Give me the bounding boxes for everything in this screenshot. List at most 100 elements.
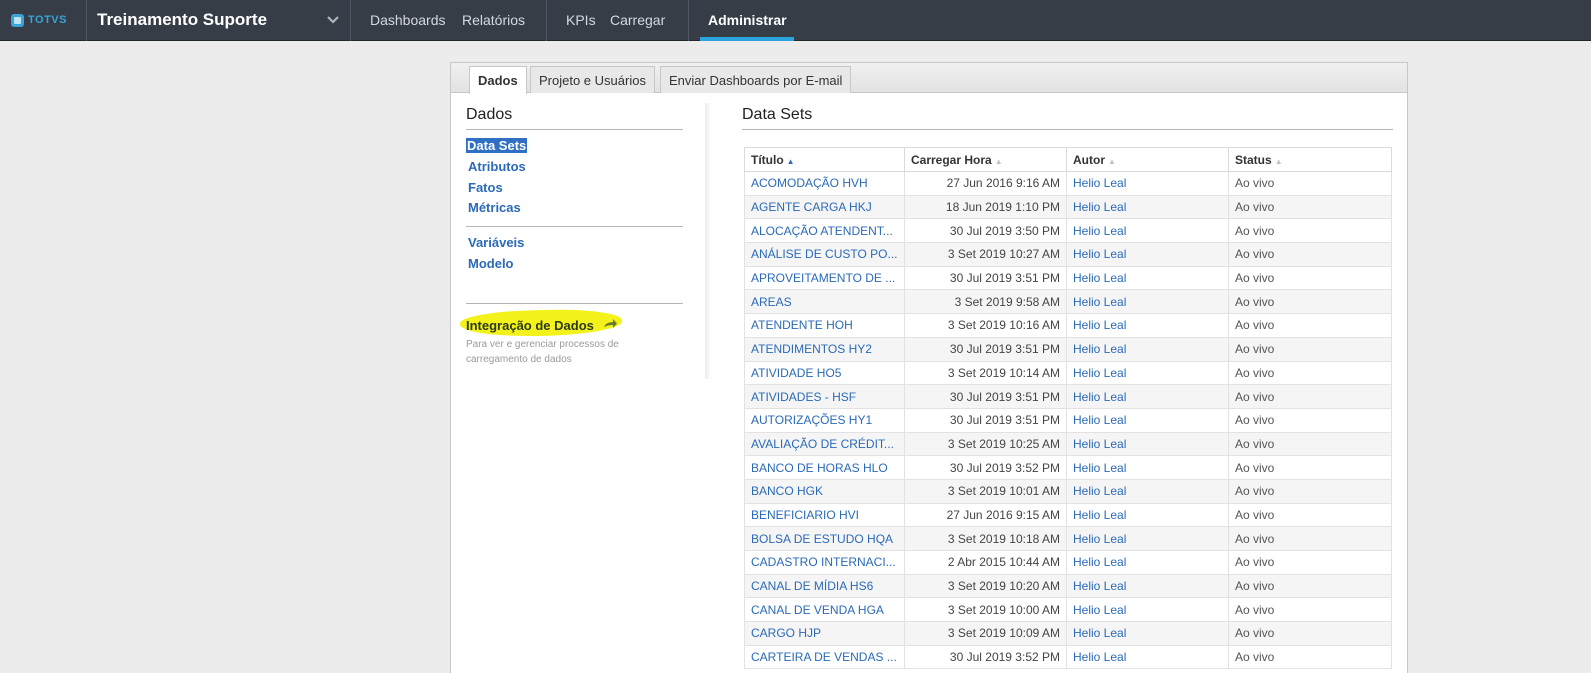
status-cell: Ao vivo bbox=[1228, 313, 1392, 338]
table-row[interactable]: AVALIAÇÃO DE CRÉDIT... 3 Set 2019 10:25 A… bbox=[744, 431, 1392, 457]
link-variaveis[interactable]: Variáveis bbox=[468, 235, 524, 250]
dataset-title-link[interactable]: ACOMODAÇÃO HVH bbox=[744, 171, 905, 196]
author-link[interactable]: Helio Leal bbox=[1066, 313, 1229, 338]
table-row[interactable]: ATENDIMENTOS HY2 30 Jul 2019 3:51 PM Helio… bbox=[744, 336, 1392, 362]
status-cell: Ao vivo bbox=[1228, 265, 1392, 291]
tab-projeto-usuarios[interactable]: Projeto e Usuários bbox=[530, 66, 655, 93]
author-link[interactable]: Helio Leal bbox=[1066, 455, 1229, 480]
dataset-title-link[interactable]: CANAL DE MÍDIA HS6 bbox=[744, 573, 905, 599]
table-row[interactable]: CARTEIRA DE VENDAS ... 30 Jul 2019 3:52 P… bbox=[744, 644, 1392, 670]
table-row[interactable]: BANCO DE HORAS HLO 30 Jul 2019 3:52 PM Hel… bbox=[744, 455, 1392, 480]
column-header-titulo[interactable]: Título ▲ bbox=[744, 147, 905, 172]
author-link[interactable]: Helio Leal bbox=[1066, 431, 1229, 457]
table-row[interactable]: BANCO HGK 3 Set 2019 10:01 AM Helio Leal Ao… bbox=[744, 478, 1392, 504]
author-link[interactable]: Helio Leal bbox=[1066, 336, 1229, 362]
link-integracao-de-dados[interactable]: Integração de Dados bbox=[466, 318, 594, 333]
link-atributos[interactable]: Atributos bbox=[468, 159, 526, 174]
author-link[interactable]: Helio Leal bbox=[1066, 360, 1229, 386]
nav-relatorios[interactable]: Relatórios bbox=[462, 12, 525, 28]
author-link[interactable]: Helio Leal bbox=[1066, 502, 1229, 528]
link-data-sets[interactable]: Data Sets bbox=[466, 138, 528, 153]
column-header-status[interactable]: Status ▲ bbox=[1228, 147, 1392, 172]
author-link[interactable]: Helio Leal bbox=[1066, 218, 1229, 244]
dataset-title-link[interactable]: CADASTRO INTERNACI... bbox=[744, 550, 905, 575]
tab-dados[interactable]: Dados bbox=[469, 66, 527, 94]
column-header-carregar-hora[interactable]: Carregar Hora ▲ bbox=[904, 147, 1067, 172]
author-link[interactable]: Helio Leal bbox=[1066, 526, 1229, 551]
divider bbox=[350, 0, 351, 41]
dataset-title-link[interactable]: AUTORIZAÇÕES HY1 bbox=[744, 407, 905, 433]
dataset-title-link[interactable]: AGENTE CARGA HKJ bbox=[744, 194, 905, 220]
author-link[interactable]: Helio Leal bbox=[1066, 265, 1229, 291]
totvs-logo[interactable]: TOTVS bbox=[11, 12, 67, 28]
dataset-title-link[interactable]: CARGO HJP bbox=[744, 621, 905, 646]
dataset-title-link[interactable]: ATENDIMENTOS HY2 bbox=[744, 336, 905, 362]
dataset-title-link[interactable]: AVALIAÇÃO DE CRÉDIT... bbox=[744, 431, 905, 457]
link-modelo[interactable]: Modelo bbox=[468, 256, 514, 271]
column-header-autor[interactable]: Autor ▲ bbox=[1066, 147, 1229, 172]
status-cell: Ao vivo bbox=[1228, 242, 1392, 267]
table-row[interactable]: ATENDENTE HOH 3 Set 2019 10:16 AM Helio Le… bbox=[744, 313, 1392, 338]
table-row[interactable]: AUTORIZAÇÕES HY1 30 Jul 2019 3:51 PM Helio… bbox=[744, 407, 1392, 433]
author-link[interactable]: Helio Leal bbox=[1066, 550, 1229, 575]
arrow-right-icon[interactable] bbox=[603, 318, 618, 330]
table-row[interactable]: ATIVIDADE HO5 3 Set 2019 10:14 AM Helio Le… bbox=[744, 360, 1392, 386]
dataset-title-link[interactable]: ATENDENTE HOH bbox=[744, 313, 905, 338]
totvs-logo-icon bbox=[11, 13, 24, 27]
author-link[interactable]: Helio Leal bbox=[1066, 573, 1229, 599]
author-link[interactable]: Helio Leal bbox=[1066, 597, 1229, 623]
link-fatos[interactable]: Fatos bbox=[468, 180, 503, 195]
table-row[interactable]: ATIVIDADES - HSF 30 Jul 2019 3:51 PM Helio… bbox=[744, 384, 1392, 409]
dataset-title-link[interactable]: BOLSA DE ESTUDO HQA bbox=[744, 526, 905, 551]
project-title[interactable]: Treinamento Suporte bbox=[97, 10, 267, 30]
table-row[interactable]: CANAL DE VENDA HGA 3 Set 2019 10:00 AM Hel… bbox=[744, 597, 1392, 623]
active-nav-indicator bbox=[700, 37, 794, 41]
author-link[interactable]: Helio Leal bbox=[1066, 407, 1229, 433]
dataset-title-link[interactable]: ATIVIDADES - HSF bbox=[744, 384, 905, 409]
dataset-title-link[interactable]: BENEFICIARIO HVI bbox=[744, 502, 905, 528]
table-row[interactable]: AREAS 3 Set 2019 9:58 AM Helio Leal Ao vivo bbox=[744, 289, 1392, 315]
nav-kpis[interactable]: KPIs bbox=[566, 12, 596, 28]
table-row[interactable]: ALOCAÇÃO ATENDENT... 30 Jul 2019 3:50 PM H… bbox=[744, 218, 1392, 244]
dataset-title-link[interactable]: ANÁLISE DE CUSTO PO... bbox=[744, 242, 905, 267]
load-time-cell: 3 Set 2019 10:01 AM bbox=[904, 478, 1067, 504]
author-link[interactable]: Helio Leal bbox=[1066, 644, 1229, 670]
dataset-title-link[interactable]: APROVEITAMENTO DE ... bbox=[744, 265, 905, 291]
table-row[interactable]: APROVEITAMENTO DE ... 30 Jul 2019 3:51 PM… bbox=[744, 265, 1392, 291]
dataset-title-link[interactable]: AREAS bbox=[744, 289, 905, 315]
author-link[interactable]: Helio Leal bbox=[1066, 171, 1229, 196]
column-header-label: Autor bbox=[1073, 152, 1105, 167]
author-link[interactable]: Helio Leal bbox=[1066, 242, 1229, 267]
load-time-cell: 3 Set 2019 10:20 AM bbox=[904, 573, 1067, 599]
data-sets-table: Título ▲ Carregar Hora ▲ Autor ▲ Status ▲ AC… bbox=[744, 147, 1392, 670]
table-row[interactable]: BOLSA DE ESTUDO HQA 3 Set 2019 10:18 AM He… bbox=[744, 526, 1392, 551]
dataset-title-link[interactable]: BANCO HGK bbox=[744, 478, 905, 504]
nav-dashboards[interactable]: Dashboards bbox=[370, 12, 446, 28]
link-metricas[interactable]: Métricas bbox=[468, 200, 521, 215]
author-link[interactable]: Helio Leal bbox=[1066, 478, 1229, 504]
divider bbox=[546, 0, 547, 41]
author-link[interactable]: Helio Leal bbox=[1066, 289, 1229, 315]
table-row[interactable]: BENEFICIARIO HVI 27 Jun 2016 9:15 AM Helio… bbox=[744, 502, 1392, 528]
author-link[interactable]: Helio Leal bbox=[1066, 194, 1229, 220]
status-cell: Ao vivo bbox=[1228, 407, 1392, 433]
table-row[interactable]: ANÁLISE DE CUSTO PO... 3 Set 2019 10:27 A… bbox=[744, 242, 1392, 267]
dataset-title-link[interactable]: ATIVIDADE HO5 bbox=[744, 360, 905, 386]
table-row[interactable]: CADASTRO INTERNACI... 2 Abr 2015 10:44 AM… bbox=[744, 550, 1392, 575]
nav-carregar[interactable]: Carregar bbox=[610, 12, 665, 28]
dataset-title-link[interactable]: CANAL DE VENDA HGA bbox=[744, 597, 905, 623]
chevron-down-icon[interactable] bbox=[326, 15, 340, 25]
table-row[interactable]: CANAL DE MÍDIA HS6 3 Set 2019 10:20 AM Hel… bbox=[744, 573, 1392, 599]
tab-enviar-dashboards[interactable]: Enviar Dashboards por E-mail bbox=[660, 66, 852, 93]
dataset-title-link[interactable]: ALOCAÇÃO ATENDENT... bbox=[744, 218, 905, 244]
table-row[interactable]: AGENTE CARGA HKJ 18 Jun 2019 1:10 PM Helio… bbox=[744, 194, 1392, 220]
nav-administrar[interactable]: Administrar bbox=[708, 12, 787, 28]
table-header-row: Título ▲ Carregar Hora ▲ Autor ▲ Status ▲ bbox=[744, 147, 1392, 172]
sort-icon: ▲ bbox=[1274, 156, 1283, 166]
dataset-title-link[interactable]: BANCO DE HORAS HLO bbox=[744, 455, 905, 480]
table-row[interactable]: ACOMODAÇÃO HVH 27 Jun 2016 9:16 AM Helio L… bbox=[744, 171, 1392, 196]
dataset-title-link[interactable]: CARTEIRA DE VENDAS ... bbox=[744, 644, 905, 670]
author-link[interactable]: Helio Leal bbox=[1066, 621, 1229, 646]
table-row[interactable]: CARGO HJP 3 Set 2019 10:09 AM Helio Leal Ao… bbox=[744, 621, 1392, 646]
author-link[interactable]: Helio Leal bbox=[1066, 384, 1229, 409]
